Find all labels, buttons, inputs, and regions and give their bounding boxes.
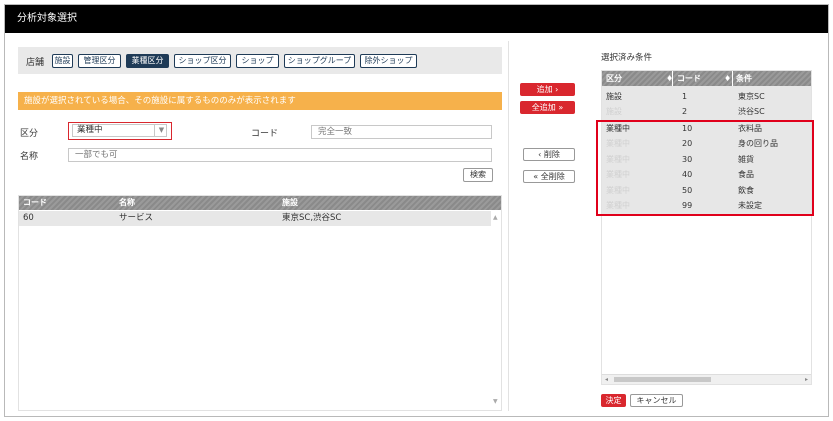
scroll-up-icon[interactable]: ▲ — [493, 214, 501, 222]
header-kubun[interactable]: 区分 — [606, 71, 622, 86]
kubun-select-value: 業種中 — [72, 124, 167, 137]
search-button[interactable]: 検索 — [463, 168, 493, 182]
tab-management-category[interactable]: 管理区分 — [78, 54, 121, 68]
tab-shop[interactable]: ショップ — [236, 54, 279, 68]
header-name[interactable]: 名称 — [119, 196, 135, 210]
scroll-down-icon[interactable]: ▼ — [493, 398, 501, 406]
remove-all-button[interactable]: « 全削除 — [523, 170, 575, 183]
cell-name: サービス — [119, 213, 154, 223]
confirm-button[interactable]: 決定 — [601, 394, 626, 407]
name-label: 名称 — [20, 152, 39, 162]
add-all-button[interactable]: 全追加 » — [520, 101, 575, 114]
grid-header: コード 名称 施設 — [19, 196, 501, 210]
dialog-title: 分析対象選択 — [5, 5, 828, 33]
cell-code: 60 — [23, 213, 34, 223]
scrollbar-thumb[interactable] — [614, 377, 711, 382]
header-facility[interactable]: 施設 — [282, 196, 298, 210]
highlight-box — [596, 120, 814, 216]
scroll-left-icon[interactable]: ◂ — [605, 375, 608, 384]
code-label: コード — [251, 129, 279, 139]
horizontal-scrollbar[interactable]: ◂ ▸ — [602, 374, 811, 384]
table-row[interactable]: 60 サービス 東京SC,渋谷SC — [19, 211, 491, 226]
selected-conditions-title: 選択済み条件 — [601, 53, 653, 63]
cell-condition: 渋谷SC — [738, 107, 765, 116]
cell-condition: 東京SC — [738, 92, 765, 101]
sort-icon: ♦ — [724, 74, 732, 83]
column-divider — [732, 71, 733, 86]
remove-button[interactable]: ‹ 削除 — [523, 148, 575, 161]
tab-shop-group[interactable]: ショップグループ — [284, 54, 355, 68]
cell-code: 2 — [682, 107, 688, 116]
name-input[interactable] — [68, 148, 492, 162]
column-divider — [672, 71, 673, 86]
filter-tab-bar: 店舗 施設 管理区分 業種区分 ショップ区分 ショップ ショップグループ 除外シ… — [18, 47, 502, 74]
tab-facility[interactable]: 施設 — [52, 54, 73, 68]
code-input[interactable] — [311, 125, 492, 139]
kubun-label: 区分 — [20, 129, 39, 139]
chevron-down-icon: ▼ — [154, 125, 168, 136]
grid-header: 区分 ♦ コード ♦ 条件 — [602, 71, 811, 86]
search-results-grid: コード 名称 施設 60 サービス 東京SC,渋谷SC ▲ ▼ — [18, 195, 502, 411]
list-item[interactable]: 施設 2 渋谷SC — [602, 105, 811, 119]
cell-facility: 東京SC,渋谷SC — [282, 213, 342, 223]
tab-excluded-shop[interactable]: 除外ショップ — [360, 54, 417, 68]
facility-notice-banner: 施設が選択されている場合、その施設に属するもののみが表示されます — [18, 92, 502, 110]
header-condition[interactable]: 条件 — [736, 71, 752, 86]
analysis-target-dialog: 分析対象選択 店舗 施設 管理区分 業種区分 ショップ区分 ショップ ショップグ… — [4, 4, 829, 417]
cell-kubun: 施設 — [606, 107, 622, 116]
cancel-button[interactable]: キャンセル — [630, 394, 683, 407]
kubun-select[interactable]: 業種中 ▼ — [68, 122, 172, 140]
header-code[interactable]: コード — [677, 71, 701, 86]
tab-industry-category[interactable]: 業種区分 — [126, 54, 169, 68]
tab-shop-category[interactable]: ショップ区分 — [174, 54, 231, 68]
add-button[interactable]: 追加 › — [520, 83, 575, 96]
scroll-right-icon[interactable]: ▸ — [805, 375, 808, 384]
vertical-scrollbar[interactable]: ▲ ▼ — [491, 210, 501, 410]
selected-conditions-grid: 区分 ♦ コード ♦ 条件 施設 1 東京SC 施設 2 渋谷SC 業種中 10… — [601, 70, 812, 385]
store-label: 店舗 — [26, 58, 45, 68]
list-item[interactable]: 施設 1 東京SC — [602, 90, 811, 104]
panel-divider — [508, 41, 509, 411]
cell-code: 1 — [682, 92, 688, 101]
cell-kubun: 施設 — [606, 92, 622, 101]
header-code[interactable]: コード — [23, 196, 47, 210]
